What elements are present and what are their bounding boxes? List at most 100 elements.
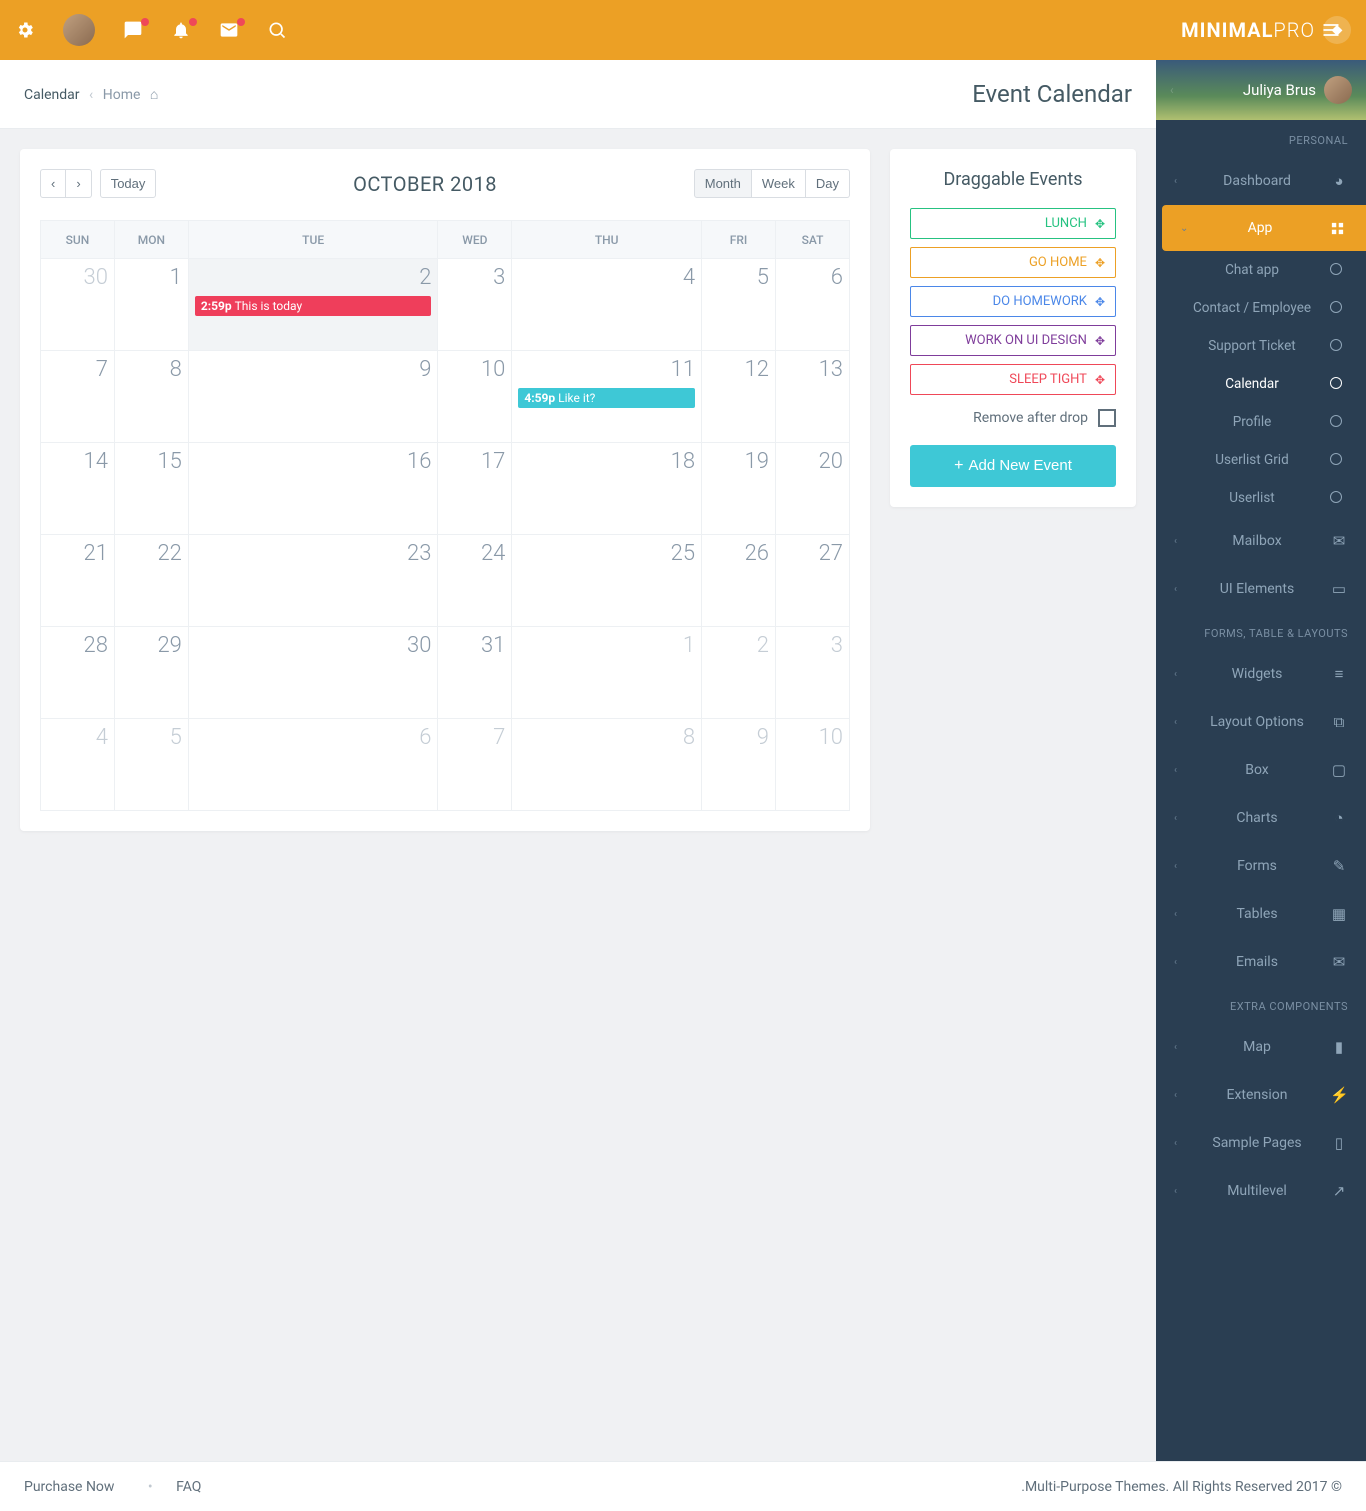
sidebar-item-widgets[interactable]: ≡Widgets‹ bbox=[1156, 650, 1366, 698]
calendar-cell[interactable]: 8 bbox=[512, 719, 702, 811]
calendar-cell[interactable]: 21 bbox=[41, 535, 115, 627]
plug-icon: ⚡ bbox=[1330, 1086, 1348, 1104]
calendar-cell[interactable]: 12 bbox=[702, 351, 776, 443]
calendar-cell[interactable]: 17 bbox=[438, 443, 512, 535]
week-button[interactable]: Week bbox=[752, 169, 806, 198]
table-icon: ▦ bbox=[1330, 905, 1348, 923]
draggable-event[interactable]: WORK ON UI DESIGN✥ bbox=[910, 325, 1116, 356]
calendar-cell[interactable]: 20 bbox=[776, 443, 850, 535]
day-button[interactable]: Day bbox=[806, 169, 850, 198]
calendar-cell[interactable]: 2 bbox=[702, 627, 776, 719]
calendar-cell[interactable]: 31 bbox=[438, 627, 512, 719]
calendar-cell[interactable]: 16 bbox=[188, 443, 438, 535]
sidebar-item-profile[interactable]: Profile bbox=[1156, 403, 1366, 441]
nav-header-extra: EXTRA COMPONENTS bbox=[1156, 986, 1366, 1023]
calendar-cell[interactable]: 4 bbox=[512, 259, 702, 351]
sidebar: ‹ Juliya Brus PERSONAL ◕ Dashboard ‹ App… bbox=[1156, 60, 1366, 1461]
sidebar-item-userlist[interactable]: Userlist bbox=[1156, 479, 1366, 517]
calendar-cell[interactable]: 9 bbox=[702, 719, 776, 811]
calendar-cell[interactable]: 25 bbox=[512, 535, 702, 627]
search-icon[interactable] bbox=[267, 20, 287, 40]
sidebar-item-support[interactable]: Support Ticket bbox=[1156, 327, 1366, 365]
nav-header-personal: PERSONAL bbox=[1156, 120, 1366, 157]
calendar-cell[interactable]: 14 bbox=[41, 443, 115, 535]
sidebar-item-box[interactable]: ▢Box‹ bbox=[1156, 746, 1366, 794]
sidebar-item-mailbox[interactable]: ✉ Mailbox ‹ bbox=[1156, 517, 1366, 565]
day-number: 7 bbox=[444, 725, 505, 750]
gear-icon[interactable] bbox=[15, 20, 35, 40]
sidebar-item-contact[interactable]: Contact / Employee bbox=[1156, 289, 1366, 327]
calendar-cell[interactable]: 3 bbox=[438, 259, 512, 351]
sidebar-item-forms[interactable]: ✎Forms‹ bbox=[1156, 842, 1366, 890]
calendar-cell[interactable]: 29 bbox=[114, 627, 188, 719]
sidebar-item-tables[interactable]: ▦Tables‹ bbox=[1156, 890, 1366, 938]
calendar-cell[interactable]: 10 bbox=[438, 351, 512, 443]
month-button[interactable]: Month bbox=[694, 169, 752, 198]
sidebar-item-extension[interactable]: ⚡Extension‹ bbox=[1156, 1071, 1366, 1119]
day-number: 9 bbox=[195, 357, 432, 382]
sidebar-item-usergrid[interactable]: Userlist Grid bbox=[1156, 441, 1366, 479]
draggable-event[interactable]: GO HOME✥ bbox=[910, 247, 1116, 278]
footer-faq-link[interactable]: FAQ bbox=[176, 1479, 201, 1495]
calendar-cell[interactable]: 24 bbox=[438, 535, 512, 627]
calendar-cell[interactable]: 27 bbox=[776, 535, 850, 627]
breadcrumb-current: Calendar bbox=[24, 87, 80, 103]
remove-after-drop-checkbox[interactable] bbox=[1098, 409, 1116, 427]
calendar-event[interactable]: 4:59pLike it? bbox=[518, 388, 695, 408]
sidebar-item-sample[interactable]: ▯Sample Pages‹ bbox=[1156, 1119, 1366, 1167]
calendar-cell[interactable]: 1 bbox=[512, 627, 702, 719]
calendar-cell[interactable]: 28 bbox=[41, 627, 115, 719]
dashboard-icon: ◕ bbox=[1330, 172, 1348, 190]
breadcrumb-home[interactable]: Home bbox=[103, 87, 141, 103]
calendar-cell[interactable]: 26 bbox=[702, 535, 776, 627]
calendar-cell[interactable]: 13 bbox=[776, 351, 850, 443]
calendar-cell[interactable]: 114:59pLike it? bbox=[512, 351, 702, 443]
sidebar-user-box[interactable]: ‹ Juliya Brus bbox=[1156, 60, 1366, 120]
sidebar-item-chat[interactable]: Chat app bbox=[1156, 251, 1366, 289]
calendar-event[interactable]: 2:59pThis is today bbox=[195, 296, 432, 316]
prev-button[interactable]: ‹ bbox=[40, 169, 66, 198]
calendar-cell[interactable]: 7 bbox=[41, 351, 115, 443]
calendar-cell[interactable]: 10 bbox=[776, 719, 850, 811]
calendar-cell[interactable]: 22:59pThis is today bbox=[188, 259, 438, 351]
sidebar-item-calendar[interactable]: Calendar bbox=[1156, 365, 1366, 403]
mail-icon[interactable] bbox=[219, 20, 239, 40]
edit-icon: ✎ bbox=[1330, 857, 1348, 875]
calendar-cell[interactable]: 7 bbox=[438, 719, 512, 811]
draggable-event[interactable]: LUNCH✥ bbox=[910, 208, 1116, 239]
sidebar-item-uielements[interactable]: ▭ UI Elements ‹ bbox=[1156, 565, 1366, 613]
add-new-event-button[interactable]: +Add New Event bbox=[910, 445, 1116, 487]
footer-purchase-link[interactable]: Purchase Now bbox=[24, 1479, 114, 1495]
sidebar-item-multilevel[interactable]: ↗Multilevel‹ bbox=[1156, 1167, 1366, 1215]
calendar-cell[interactable]: 5 bbox=[114, 719, 188, 811]
sidebar-item-app[interactable]: App ⌄ bbox=[1162, 205, 1366, 251]
chat-icon[interactable] bbox=[123, 20, 143, 40]
user-avatar[interactable] bbox=[63, 14, 95, 46]
sidebar-item-emails[interactable]: ✉Emails‹ bbox=[1156, 938, 1366, 986]
calendar-cell[interactable]: 6 bbox=[776, 259, 850, 351]
draggable-event[interactable]: SLEEP TIGHT✥ bbox=[910, 364, 1116, 395]
bell-icon[interactable] bbox=[171, 20, 191, 40]
sidebar-item-layout[interactable]: ⧉Layout Options‹ bbox=[1156, 698, 1366, 746]
sidebar-item-charts[interactable]: ◔Charts‹ bbox=[1156, 794, 1366, 842]
calendar-cell[interactable]: 30 bbox=[41, 259, 115, 351]
calendar-cell[interactable]: 5 bbox=[702, 259, 776, 351]
sidebar-item-dashboard[interactable]: ◕ Dashboard ‹ bbox=[1156, 157, 1366, 205]
calendar-cell[interactable]: 1 bbox=[114, 259, 188, 351]
next-button[interactable]: › bbox=[66, 169, 91, 198]
calendar-cell[interactable]: 9 bbox=[188, 351, 438, 443]
sidebar-item-map[interactable]: ▮Map‹ bbox=[1156, 1023, 1366, 1071]
draggable-event[interactable]: DO HOMEWORK✥ bbox=[910, 286, 1116, 317]
calendar-cell[interactable]: 22 bbox=[114, 535, 188, 627]
calendar-cell[interactable]: 3 bbox=[776, 627, 850, 719]
calendar-cell[interactable]: 19 bbox=[702, 443, 776, 535]
calendar-cell[interactable]: 30 bbox=[188, 627, 438, 719]
calendar-cell[interactable]: 18 bbox=[512, 443, 702, 535]
calendar-cell[interactable]: 4 bbox=[41, 719, 115, 811]
calendar-cell[interactable]: 6 bbox=[188, 719, 438, 811]
calendar-cell[interactable]: 8 bbox=[114, 351, 188, 443]
day-number: 1 bbox=[518, 633, 695, 658]
today-button[interactable]: Today bbox=[100, 169, 157, 198]
calendar-cell[interactable]: 23 bbox=[188, 535, 438, 627]
calendar-cell[interactable]: 15 bbox=[114, 443, 188, 535]
